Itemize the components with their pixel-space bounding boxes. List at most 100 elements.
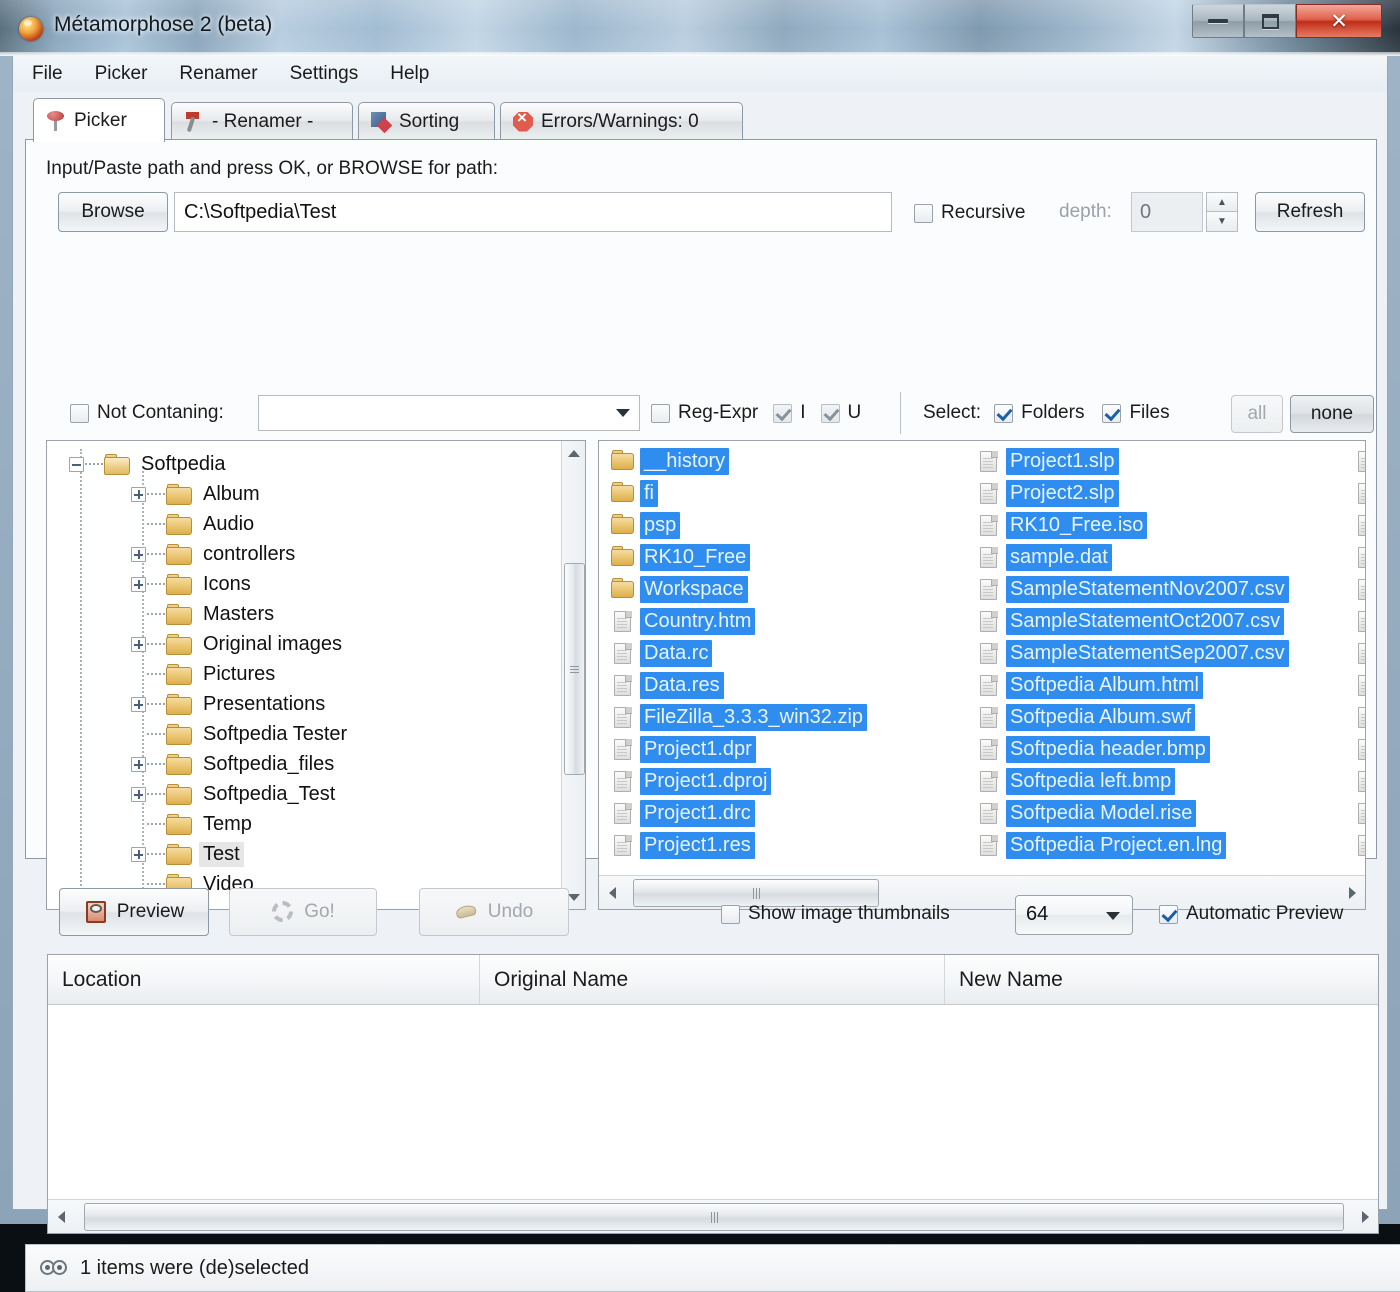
file-list-item[interactable]: S: [1349, 669, 1365, 701]
file-list-item[interactable]: Project1.slp: [971, 445, 1289, 477]
menu-settings[interactable]: Settings: [277, 60, 372, 88]
tree-expand-icon[interactable]: [131, 847, 146, 862]
not-containing-row[interactable]: Not Contaning:: [70, 402, 224, 424]
file-list-item[interactable]: psp: [605, 509, 867, 541]
file-list-item[interactable]: FileZilla_3.3.3_win32.zip: [605, 701, 867, 733]
file-list-item[interactable]: S: [1349, 509, 1365, 541]
file-list-item[interactable]: S: [1349, 445, 1365, 477]
depth-spinner[interactable]: ▲ ▼: [1206, 192, 1238, 232]
results-scrollbar-thumb[interactable]: [84, 1203, 1344, 1231]
depth-input[interactable]: [1131, 192, 1203, 232]
select-all-button[interactable]: all: [1231, 395, 1283, 433]
tree-scrollbar-thumb[interactable]: [564, 563, 585, 775]
results-horizontal-scrollbar[interactable]: [48, 1199, 1378, 1233]
column-header-original-name[interactable]: Original Name: [480, 955, 945, 1004]
file-list-item[interactable]: Project1.res: [605, 829, 867, 861]
menu-picker[interactable]: Picker: [82, 60, 161, 88]
tree-expand-icon[interactable]: [131, 697, 146, 712]
file-list-item[interactable]: S: [1349, 765, 1365, 797]
flag-u-checkbox[interactable]: [821, 404, 840, 423]
file-list-item[interactable]: Softpedia left.bmp: [971, 765, 1289, 797]
column-header-location[interactable]: Location: [48, 955, 480, 1004]
tree-expand-icon[interactable]: [131, 547, 146, 562]
results-table[interactable]: Location Original Name New Name: [47, 954, 1379, 1234]
tree-item[interactable]: Temp: [131, 809, 256, 839]
minimize-button[interactable]: [1192, 4, 1244, 38]
menu-help[interactable]: Help: [377, 60, 442, 88]
file-list-item[interactable]: Workspace: [605, 573, 867, 605]
automatic-preview-row[interactable]: Automatic Preview: [1159, 903, 1343, 925]
tree-vertical-scrollbar[interactable]: [561, 441, 585, 909]
title-bar[interactable]: Métamorphose 2 (beta) ✕: [0, 0, 1400, 56]
menu-file[interactable]: File: [19, 60, 76, 88]
depth-spinner-down[interactable]: ▼: [1206, 212, 1238, 232]
select-files-checkbox[interactable]: [1102, 404, 1121, 423]
file-list-item[interactable]: S: [1349, 573, 1365, 605]
show-thumbnails-checkbox[interactable]: [721, 905, 740, 924]
file-list-item[interactable]: Data.rc: [605, 637, 867, 669]
file-list-item[interactable]: RK10_Free: [605, 541, 867, 573]
flag-i-checkbox[interactable]: [773, 404, 792, 423]
folder-tree-panel[interactable]: SoftpediaAlbumAudiocontrollersIconsMaste…: [46, 440, 586, 910]
file-list-item[interactable]: RK10_Free.iso: [971, 509, 1289, 541]
file-list-item[interactable]: S: [1349, 605, 1365, 637]
file-list-item[interactable]: fi: [605, 477, 867, 509]
tree-item[interactable]: Softpedia_files: [131, 749, 338, 779]
not-containing-checkbox[interactable]: [70, 404, 89, 423]
tab-renamer[interactable]: - Renamer -: [171, 102, 353, 140]
tree-item[interactable]: Softpedia Tester: [131, 719, 351, 749]
tree-item[interactable]: Pictures: [131, 659, 279, 689]
file-list-item[interactable]: S: [1349, 733, 1365, 765]
tree-expand-icon[interactable]: [131, 487, 146, 502]
file-list-item[interactable]: S: [1349, 701, 1365, 733]
select-none-button[interactable]: none: [1290, 395, 1374, 433]
file-list-item[interactable]: Project2.slp: [971, 477, 1289, 509]
automatic-preview-checkbox[interactable]: [1159, 905, 1178, 924]
file-list-item[interactable]: __history: [605, 445, 867, 477]
tree-item[interactable]: Audio: [131, 509, 258, 539]
show-thumbnails-row[interactable]: Show image thumbnails: [721, 903, 950, 925]
tree-expand-icon[interactable]: [131, 787, 146, 802]
menu-renamer[interactable]: Renamer: [166, 60, 270, 88]
file-list-item[interactable]: S: [1349, 797, 1365, 829]
browse-button[interactable]: Browse: [58, 192, 168, 232]
tab-picker[interactable]: Picker: [33, 98, 165, 142]
regexpr-checkbox[interactable]: [651, 404, 670, 423]
folder-tree[interactable]: SoftpediaAlbumAudiocontrollersIconsMaste…: [47, 441, 563, 909]
column-header-new-name[interactable]: New Name: [945, 955, 1378, 1004]
file-list-item[interactable]: S: [1349, 637, 1365, 669]
file-list-item[interactable]: Softpedia header.bmp: [971, 733, 1289, 765]
file-list-item[interactable]: SampleStatementSep2007.csv: [971, 637, 1289, 669]
tree-item[interactable]: Softpedia: [69, 449, 230, 479]
tree-scroll-up-button[interactable]: [562, 441, 585, 465]
file-list-item[interactable]: Softpedia Model.rise: [971, 797, 1289, 829]
file-list-item[interactable]: SampleStatementNov2007.csv: [971, 573, 1289, 605]
tree-expand-icon[interactable]: [131, 577, 146, 592]
tree-item[interactable]: Icons: [131, 569, 255, 599]
file-list-item[interactable]: SampleStatementOct2007.csv: [971, 605, 1289, 637]
tree-expand-icon[interactable]: [131, 757, 146, 772]
tree-item[interactable]: Softpedia_Test: [131, 779, 339, 809]
recursive-checkbox[interactable]: [914, 204, 933, 223]
regexpr-row[interactable]: Reg-Expr I U: [651, 402, 861, 424]
recursive-checkbox-row[interactable]: Recursive: [914, 202, 1025, 224]
file-list-item[interactable]: Softpedia Album.swf: [971, 701, 1289, 733]
tab-errors-warnings[interactable]: Errors/Warnings: 0: [500, 102, 743, 140]
tree-expand-icon[interactable]: [131, 637, 146, 652]
refresh-button[interactable]: Refresh: [1255, 192, 1365, 232]
file-list-item[interactable]: Softpedia Project.en.lng: [971, 829, 1289, 861]
tree-item[interactable]: controllers: [131, 539, 299, 569]
tab-sorting[interactable]: Sorting: [358, 102, 495, 140]
tree-item[interactable]: Original images: [131, 629, 346, 659]
file-list-item[interactable]: Project1.dpr: [605, 733, 867, 765]
tree-item[interactable]: Presentations: [131, 689, 329, 719]
tree-item[interactable]: Test: [131, 839, 244, 869]
depth-spinner-up[interactable]: ▲: [1206, 192, 1238, 212]
tree-collapse-icon[interactable]: [69, 457, 84, 472]
file-list-item[interactable]: Project1.drc: [605, 797, 867, 829]
select-folders-checkbox[interactable]: [994, 404, 1013, 423]
results-scroll-right-button[interactable]: [1352, 1200, 1378, 1233]
file-list-item[interactable]: S: [1349, 829, 1365, 861]
thumbnail-size-combobox[interactable]: 64: [1015, 895, 1133, 935]
file-list[interactable]: __historyfipspRK10_FreeWorkspaceCountry.…: [599, 441, 1365, 875]
